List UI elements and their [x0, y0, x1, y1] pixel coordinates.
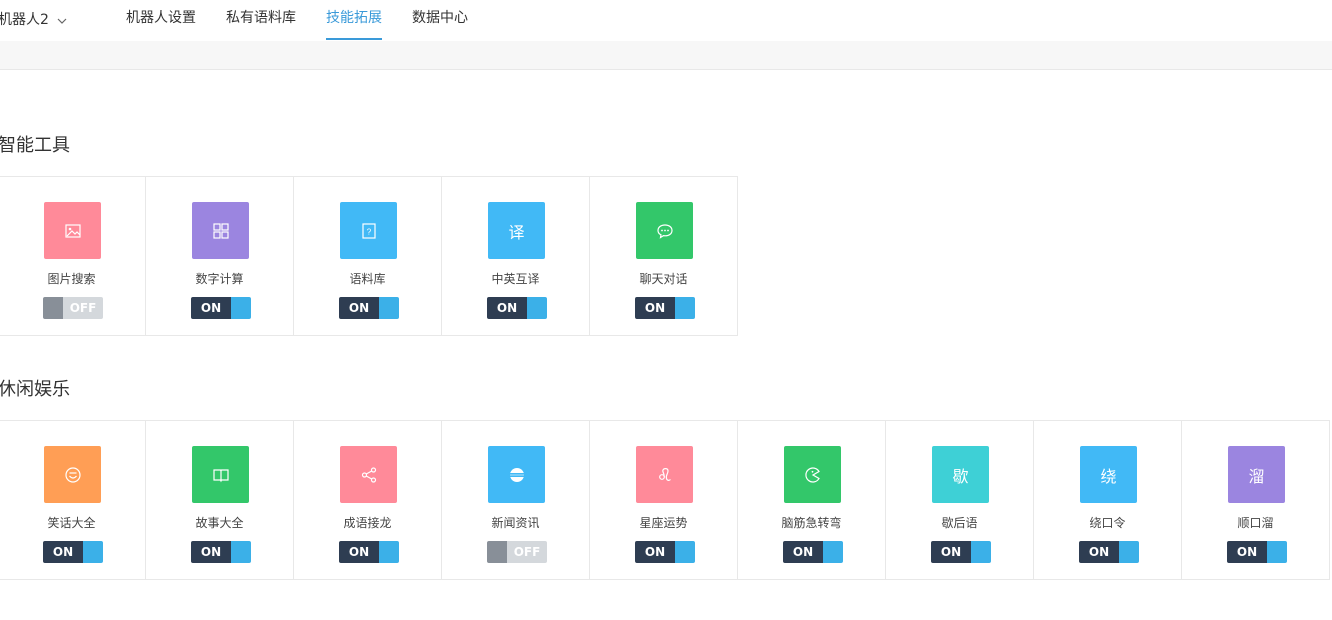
skill-label: 数字计算 [195, 272, 244, 286]
svg-text:?: ? [366, 227, 371, 236]
liu-char-icon: 溜 [1228, 446, 1285, 503]
pacman-icon [784, 446, 841, 503]
share-nodes-icon [340, 446, 397, 503]
toggle-knob [43, 297, 63, 319]
skill-toggle[interactable]: OFF [43, 297, 103, 319]
toggle-state: ON [191, 541, 231, 563]
skill-card: 星座运势 ON [590, 421, 738, 579]
toggle-state: ON [931, 541, 971, 563]
question-doc-icon: ? [340, 202, 397, 259]
leo-icon [636, 446, 693, 503]
book-icon [192, 446, 249, 503]
smile-icon [44, 446, 101, 503]
skill-toggle[interactable]: ON [635, 297, 695, 319]
image-icon [44, 202, 101, 259]
skill-label: 脑筋急转弯 [781, 516, 842, 530]
toggle-state: ON [487, 297, 527, 319]
skill-label: 歇后语 [941, 516, 978, 530]
skill-toggle[interactable]: ON [191, 541, 251, 563]
rao-char-icon: 绕 [1080, 446, 1137, 503]
toggle-state: ON [339, 541, 379, 563]
top-bar: 机器人2 机器人设置 私有语料库 技能拓展 数据中心 [0, 0, 1332, 40]
skill-toggle[interactable]: ON [1079, 541, 1139, 563]
main-nav: 机器人设置 私有语料库 技能拓展 数据中心 [126, 0, 498, 40]
news-globe-icon [488, 446, 545, 503]
skill-card: 图片搜索 OFF [0, 177, 146, 335]
skill-card: 聊天对话 ON [590, 177, 738, 335]
skill-label: 新闻资讯 [491, 516, 540, 530]
skill-toggle[interactable]: ON [931, 541, 991, 563]
toggle-state: ON [635, 297, 675, 319]
skill-toggle[interactable]: ON [339, 541, 399, 563]
toggle-knob [379, 541, 399, 563]
skill-label: 星座运势 [639, 516, 688, 530]
skill-card: 脑筋急转弯 ON [738, 421, 886, 579]
chat-bubble-icon [636, 202, 693, 259]
toggle-state: ON [1227, 541, 1267, 563]
toggle-state: ON [339, 297, 379, 319]
bot-name: 机器人2 [0, 12, 49, 28]
skill-label: 图片搜索 [47, 272, 96, 286]
toggle-state: ON [191, 297, 231, 319]
xie-char-icon: 歇 [932, 446, 989, 503]
toggle-state: OFF [63, 297, 103, 319]
skill-label: 绕口令 [1089, 516, 1126, 530]
toggle-knob [487, 541, 507, 563]
toggle-state: ON [1079, 541, 1119, 563]
skill-label: 顺口溜 [1237, 516, 1274, 530]
toggle-knob [971, 541, 991, 563]
toggle-state: ON [635, 541, 675, 563]
skill-label: 聊天对话 [639, 272, 688, 286]
toggle-state: ON [783, 541, 823, 563]
tab-data-center[interactable]: 数据中心 [412, 0, 468, 40]
skill-card: 歇 歇后语 ON [886, 421, 1034, 579]
section-title-leisure: 休闲娱乐 [0, 379, 70, 400]
skill-card: ? 语料库 ON [294, 177, 442, 335]
skill-card: 溜 顺口溜 ON [1182, 421, 1330, 579]
toggle-knob [823, 541, 843, 563]
toolbar-strip [0, 41, 1332, 70]
skill-toggle[interactable]: ON [191, 297, 251, 319]
skill-label: 中英互译 [491, 272, 540, 286]
toggle-state: OFF [507, 541, 547, 563]
skill-card: 绕 绕口令 ON [1034, 421, 1182, 579]
skill-card: 故事大全 ON [146, 421, 294, 579]
skill-toggle[interactable]: ON [635, 541, 695, 563]
toggle-knob [1267, 541, 1287, 563]
translate-icon: 译 [488, 202, 545, 259]
skill-toggle[interactable]: ON [487, 297, 547, 319]
bot-selector[interactable]: 机器人2 [0, 9, 67, 29]
skill-label: 故事大全 [195, 516, 244, 530]
skill-toggle[interactable]: ON [43, 541, 103, 563]
skill-toggle[interactable]: ON [783, 541, 843, 563]
tab-robot-settings[interactable]: 机器人设置 [126, 0, 196, 40]
toggle-knob [379, 297, 399, 319]
toggle-state: ON [43, 541, 83, 563]
section-title-smart-tools: 智能工具 [0, 135, 70, 156]
toggle-knob [527, 297, 547, 319]
skill-card: 笑话大全 ON [0, 421, 146, 579]
skill-label: 笑话大全 [47, 516, 96, 530]
calculator-icon [192, 202, 249, 259]
toggle-knob [675, 297, 695, 319]
skill-grid-leisure: 笑话大全 ON 故事大全 ON 成语接龙 ON 新闻资讯 OFF 星座运势 ON… [0, 420, 1330, 580]
skill-card: 新闻资讯 OFF [442, 421, 590, 579]
skill-toggle[interactable]: OFF [487, 541, 547, 563]
toggle-knob [83, 541, 103, 563]
tab-skill-extension[interactable]: 技能拓展 [326, 0, 382, 40]
skill-toggle[interactable]: ON [1227, 541, 1287, 563]
skill-card: 数字计算 ON [146, 177, 294, 335]
tab-private-corpus[interactable]: 私有语料库 [226, 0, 296, 40]
skill-card: 成语接龙 ON [294, 421, 442, 579]
toggle-knob [675, 541, 695, 563]
toggle-knob [1119, 541, 1139, 563]
toggle-knob [231, 541, 251, 563]
skill-card: 译 中英互译 ON [442, 177, 590, 335]
skill-grid-smart-tools: 图片搜索 OFF 数字计算 ON ? 语料库 ON 译 中英互译 ON 聊天对话… [0, 176, 738, 336]
skill-label: 成语接龙 [343, 516, 392, 530]
skill-toggle[interactable]: ON [339, 297, 399, 319]
skill-label: 语料库 [349, 272, 386, 286]
chevron-down-icon [57, 14, 67, 24]
toggle-knob [231, 297, 251, 319]
